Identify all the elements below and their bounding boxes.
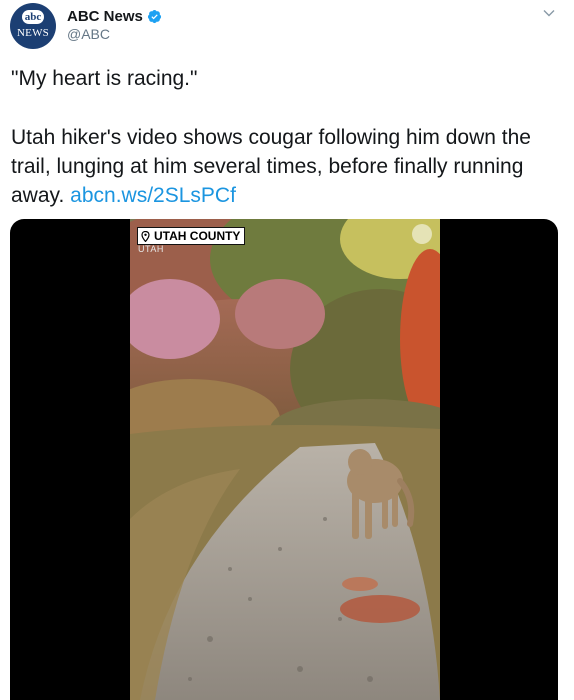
- tweet-link[interactable]: abcn.ws/2SLsPCf: [70, 184, 236, 207]
- location-pin-icon: [141, 230, 150, 242]
- video-frame[interactable]: UTAH COUNTY UTAH: [130, 219, 440, 700]
- verified-badge-icon: [147, 9, 161, 24]
- avatar-news-text: NEWS: [17, 27, 49, 39]
- video-player[interactable]: UTAH COUNTY UTAH: [10, 219, 558, 700]
- avatar-abc-logo: abc: [22, 10, 44, 24]
- tweet-quote: "My heart is racing.": [11, 67, 198, 90]
- location-tag: UTAH COUNTY: [137, 227, 246, 245]
- location-sublabel: UTAH: [138, 244, 164, 254]
- chevron-down-icon[interactable]: [542, 6, 556, 20]
- network-logo-icon: [412, 224, 432, 244]
- author-name-row: ABC News: [67, 8, 162, 25]
- author-display-name[interactable]: ABC News: [67, 8, 143, 25]
- tweet-card: abc NEWS ABC News @ABC "My heart is raci…: [0, 0, 574, 700]
- location-label: UTAH COUNTY: [154, 229, 241, 243]
- video-scene-image: [130, 219, 440, 700]
- tweet-body: Utah hiker's video shows cougar followin…: [11, 123, 560, 210]
- avatar[interactable]: abc NEWS: [10, 3, 56, 49]
- author-handle[interactable]: @ABC: [67, 26, 110, 42]
